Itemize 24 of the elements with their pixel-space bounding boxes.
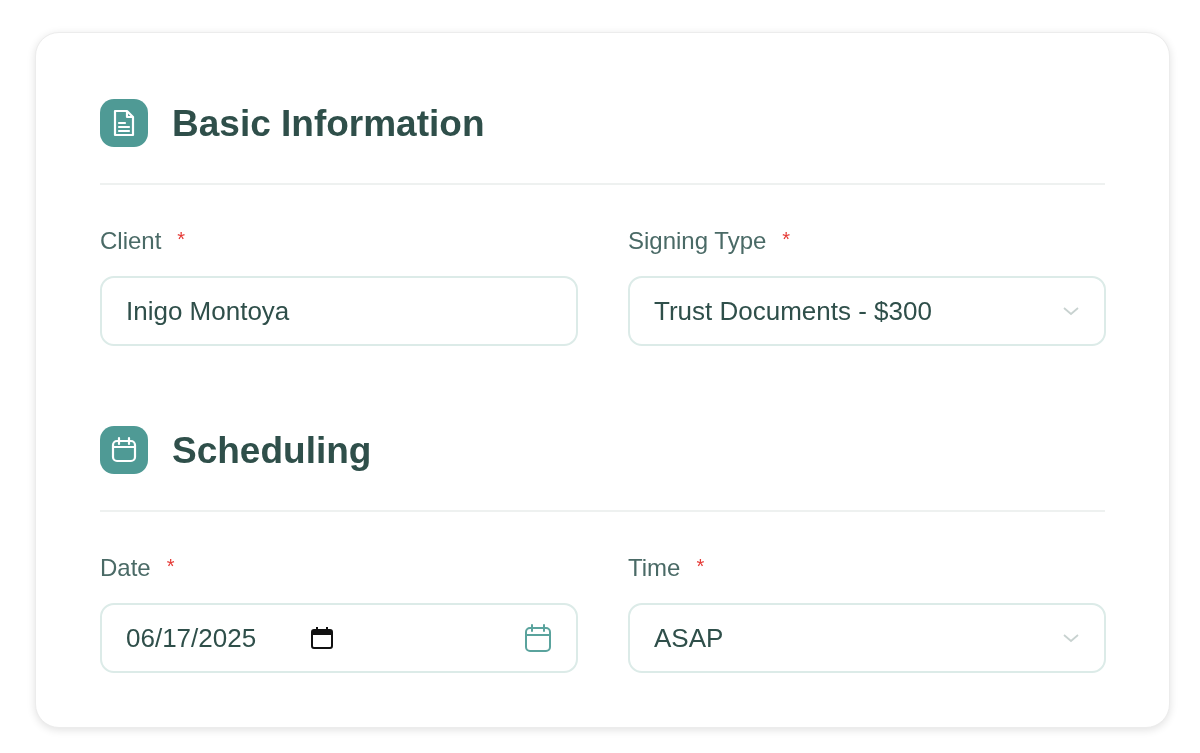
calendar-icon bbox=[100, 426, 148, 474]
field-label: Signing Type bbox=[628, 229, 767, 253]
field-value: ASAP bbox=[654, 621, 725, 655]
calendar-icon[interactable] bbox=[310, 626, 335, 650]
field-value: Trust Documents - $300 bbox=[654, 294, 933, 328]
field-value: Inigo Montoya bbox=[126, 294, 291, 328]
field-label: Time bbox=[628, 556, 681, 580]
section-title: Basic Information bbox=[172, 104, 485, 142]
required-mark: * bbox=[782, 229, 791, 249]
dropdown[interactable]: ASAP bbox=[628, 603, 1106, 673]
field-label: Client bbox=[100, 229, 162, 253]
date-field[interactable]: 06/17/2025 bbox=[100, 603, 578, 673]
chevron-down-icon bbox=[1062, 633, 1080, 643]
chevron-down-icon bbox=[1062, 306, 1080, 316]
field-value: 06/17/2025 bbox=[126, 621, 257, 655]
dropdown[interactable]: Trust Documents - $300 bbox=[628, 276, 1106, 346]
input-field[interactable]: Inigo Montoya bbox=[100, 276, 578, 346]
field-label: Date bbox=[100, 556, 151, 580]
required-mark: * bbox=[166, 556, 175, 576]
required-mark: * bbox=[177, 229, 186, 249]
required-mark: * bbox=[696, 556, 705, 576]
section-title: Scheduling bbox=[172, 431, 372, 469]
calendar-icon bbox=[524, 623, 552, 653]
document-icon bbox=[100, 99, 148, 147]
